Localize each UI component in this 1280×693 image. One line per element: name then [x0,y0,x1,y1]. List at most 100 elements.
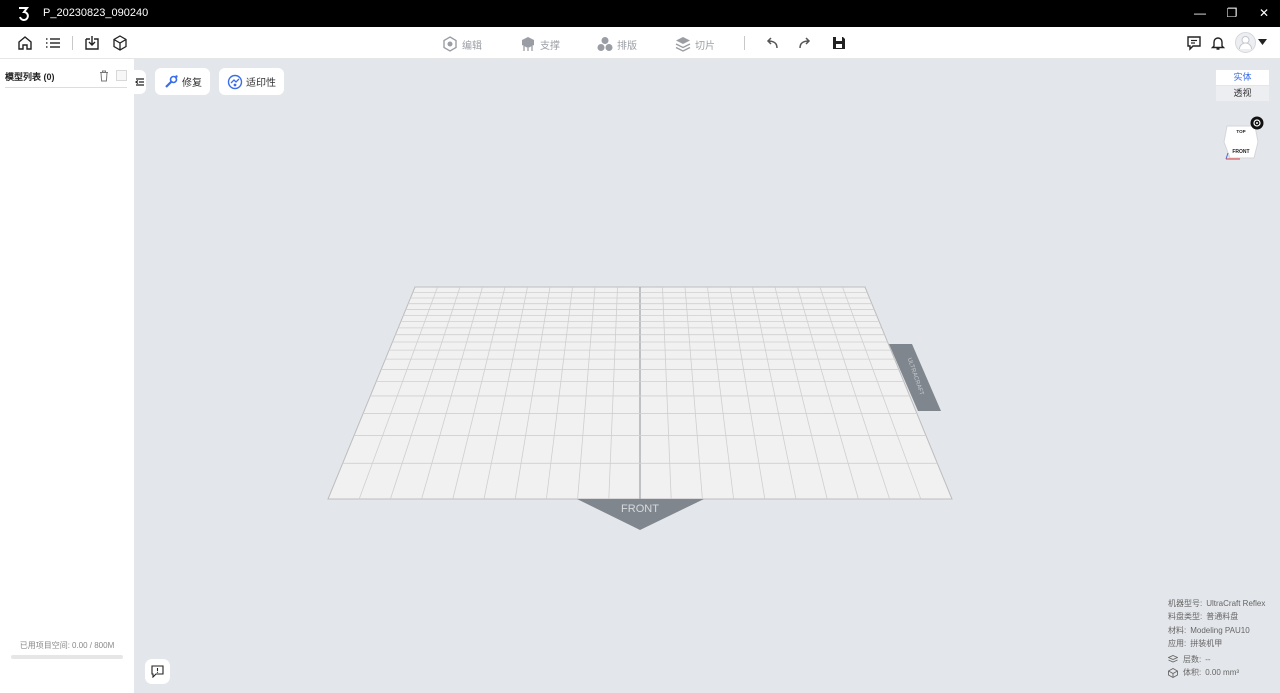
layers-value: -- [1205,655,1211,664]
mode-support[interactable]: 支撑 [520,35,560,53]
info-tray: 料盘类型: 普通料盘 [1168,611,1238,622]
app-label: 应用: [1168,639,1187,648]
feedback-button[interactable] [145,659,170,684]
side-tab-label: ULTRACRAFT [906,357,925,396]
info-machine: 机器型号: UltraCraft Reflex [1168,598,1265,609]
machine-value: UltraCraft Reflex [1206,599,1266,608]
repair-icon [165,74,178,88]
select-all-checkbox[interactable] [116,70,127,81]
hex-icon [443,36,457,52]
avatar[interactable] [1235,32,1256,53]
grid-line [577,286,596,500]
view-cube[interactable]: TOP FRONT [1223,125,1259,160]
bell-icon[interactable] [1209,34,1227,52]
volume-value: 0.00 mm³ [1205,668,1240,677]
grid-line [752,286,797,500]
grid-line [608,286,618,500]
minimize-button[interactable]: — [1190,4,1210,22]
redo-icon[interactable] [796,34,814,52]
printability-icon [227,74,243,89]
feedback-icon [151,665,164,678]
app-logo-icon [19,7,29,21]
mode-support-label: 支撑 [540,40,560,52]
toolbar-divider [72,36,73,50]
main-toolbar: 编辑 支撑 排版 切片 [0,27,1280,59]
grid-line [421,286,483,500]
layers-icon [1168,655,1178,663]
grid-line [684,286,703,500]
import-icon[interactable] [83,34,101,52]
save-icon[interactable] [830,34,848,52]
info-application: 应用: 拼装机甲 [1168,638,1222,649]
grid-line [797,286,859,500]
viewport-3d[interactable]: ULTRACRAFT FRONT TOP FRONT [0,0,1280,693]
grid-line [358,286,438,500]
tab-solid[interactable]: 实体 [1216,70,1269,85]
home-icon[interactable] [16,34,34,52]
title-bar: P_20230823_090240 — ❐ ✕ [0,0,1280,27]
undo-icon[interactable] [763,34,781,52]
project-space-value: 0.00 / 800M [71,641,115,650]
close-button[interactable]: ✕ [1254,4,1274,22]
grid-line [729,286,766,500]
grid-line [662,286,672,500]
list-icon[interactable] [44,34,62,52]
collapse-icon [135,78,144,86]
project-space-label: 已用项目空间: [19,641,70,650]
support-icon [522,37,534,51]
volume-label: 体积: [1183,668,1202,677]
model-icon[interactable] [111,34,129,52]
grid-line [546,286,573,500]
layout-icon [597,37,613,51]
layers-label: 层数: [1183,655,1202,664]
mode-slice-label: 切片 [695,40,715,52]
mode-edit[interactable]: 编辑 [442,35,482,53]
info-material: 材料: Modeling PAU10 [1168,625,1250,636]
printability-label: 适印性 [246,78,276,89]
volume-icon [1168,667,1178,678]
window-title: P_20230823_090240 [43,7,149,19]
info-layers: 层数: -- [1168,654,1211,665]
chevron-down-icon[interactable] [1258,39,1267,46]
machine-label: 机器型号: [1168,599,1203,608]
grid-line [819,286,890,500]
side-tab [889,344,941,411]
grid-line [452,286,506,500]
grid-line [483,286,528,500]
grid-line [390,286,461,500]
tray-label: 料盘类型: [1168,612,1203,621]
collapse-panel-button[interactable] [134,70,146,94]
material-value: Modeling PAU10 [1190,626,1250,635]
mode-layout[interactable]: 排版 [597,35,637,53]
restore-button[interactable]: ❐ [1222,4,1242,22]
model-list-header: 模型列表 (0) [5,72,55,82]
tray-value: 普通料盘 [1206,612,1239,621]
app-value: 拼装机甲 [1190,639,1223,648]
layers-icon [675,37,691,52]
project-space-bar [11,655,123,659]
reset-view-icon[interactable] [1250,116,1264,130]
view-mode-tabs: 实体 透视 [1216,70,1269,101]
build-plate-surface [327,286,953,500]
trash-icon[interactable] [99,70,109,82]
printability-button[interactable]: 适印性 [219,68,284,95]
mode-edit-label: 编辑 [462,40,482,52]
grid-line [842,286,922,500]
front-label: FRONT [621,503,659,515]
grid-line [707,286,734,500]
project-space-usage: 已用项目空间: 0.00 / 800M [0,640,134,651]
grid-line [514,286,551,500]
repair-button[interactable]: 修复 [155,68,210,95]
front-tab [577,499,704,530]
tab-perspective[interactable]: 透视 [1216,86,1269,101]
grid-line [774,286,828,500]
info-volume: 体积: 0.00 mm³ [1168,667,1239,678]
header-divider [5,87,127,88]
material-label: 材料: [1168,626,1187,635]
view-cube-front-label: FRONT [1232,149,1249,155]
model-list-panel: 模型列表 (0) 已用项目空间: 0.00 / 800M [0,59,134,693]
toolbar-divider [744,36,745,50]
message-icon[interactable] [1185,34,1203,52]
mode-slice[interactable]: 切片 [675,35,715,53]
view-cube-top-label: TOP [1236,129,1245,134]
